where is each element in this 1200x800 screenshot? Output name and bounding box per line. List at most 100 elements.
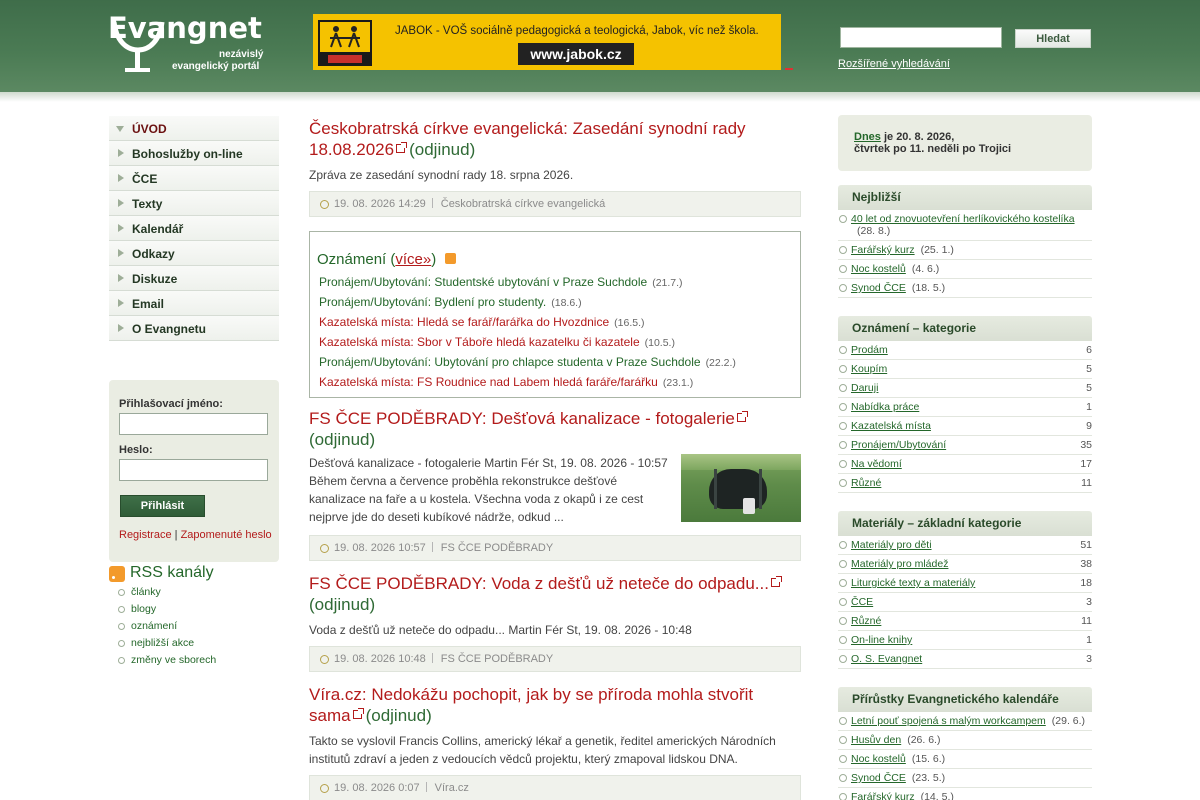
header-divider xyxy=(0,92,1200,102)
announcement-item: Pronájem/Ubytování: Studentské ubytování… xyxy=(319,273,736,293)
rss-link-zmeny-ve-sborech[interactable]: změny ve sborech xyxy=(131,654,216,666)
clock-icon xyxy=(320,200,329,209)
panel-row: Farářský kurz (25. 1.) xyxy=(838,241,1092,260)
rss-link-clanky[interactable]: články xyxy=(131,586,161,598)
material-link[interactable]: ČCE xyxy=(851,596,873,608)
menu-item-label: ČCE xyxy=(132,172,158,186)
menu-item-diskuze[interactable]: Diskuze xyxy=(109,266,279,291)
menu-item-label: Bohoslužby on-line xyxy=(132,147,243,161)
material-link[interactable]: Různé xyxy=(851,615,881,627)
register-link[interactable]: Registrace xyxy=(119,529,172,541)
article-item: FS ČCE PODĚBRADY: Dešťová kanalizace - f… xyxy=(309,408,801,561)
banner-url[interactable]: www.jabok.cz xyxy=(518,43,634,65)
menu-item-odkazy[interactable]: Odkazy xyxy=(109,241,279,266)
material-link[interactable]: Liturgické texty a materiály xyxy=(851,577,975,589)
panel-row: Daruji 5 xyxy=(838,379,1092,398)
material-link[interactable]: O. S. Evangnet xyxy=(851,653,922,665)
username-field[interactable] xyxy=(119,413,268,435)
bullet-icon xyxy=(839,736,847,744)
article-body: Dešťová kanalizace - fotogalerie Martin … xyxy=(309,456,668,524)
search-button[interactable]: Hledat xyxy=(1015,29,1091,48)
site-logo[interactable]: Evangnet nezávislý evangelický portál xyxy=(108,12,283,74)
material-count: 38 xyxy=(1080,558,1092,570)
material-link[interactable]: Materiály pro děti xyxy=(851,539,932,551)
article-source-tag: (odjinud) xyxy=(409,140,476,159)
menu-item-kalendar[interactable]: Kalendář xyxy=(109,216,279,241)
link-separator: | xyxy=(174,529,178,541)
category-link[interactable]: Různé xyxy=(851,477,881,489)
article-title-link[interactable]: FS ČCE PODĚBRADY: Voda z dešťů už neteče… xyxy=(309,574,769,593)
category-link[interactable]: Koupím xyxy=(851,363,887,375)
announcement-link[interactable]: Kazatelská místa: FS Roudnice nad Labem … xyxy=(319,375,658,389)
event-link[interactable]: Farářský kurz xyxy=(851,244,915,256)
announcement-link[interactable]: Pronájem/Ubytování: Bydlení pro studenty… xyxy=(319,295,546,309)
announcement-link[interactable]: Pronájem/Ubytování: Ubytování pro chlapc… xyxy=(319,355,701,369)
announcement-link[interactable]: Pronájem/Ubytování: Studentské ubytování… xyxy=(319,275,647,289)
rss-icon[interactable] xyxy=(445,253,457,264)
article-title-link[interactable]: FS ČCE PODĚBRADY: Dešťová kanalizace - f… xyxy=(309,409,735,428)
menu-item-uvod[interactable]: ÚVOD xyxy=(109,116,279,141)
article-title-link[interactable]: Českobratrská církve evangelická: Zasedá… xyxy=(309,119,746,159)
category-link[interactable]: Prodám xyxy=(851,344,888,356)
event-link[interactable]: Noc kostelů xyxy=(851,263,906,275)
forgot-password-link[interactable]: Zapomenuté heslo xyxy=(181,529,272,541)
bullet-icon xyxy=(839,541,847,549)
announcement-item: Pronájem/Ubytování: Bydlení pro studenty… xyxy=(319,293,736,313)
calendar-link[interactable]: Synod ČCE xyxy=(851,772,906,784)
bullet-icon xyxy=(839,598,847,606)
material-count: 18 xyxy=(1080,577,1092,589)
rss-link-nejblizsi-akce[interactable]: nejbližší akce xyxy=(131,637,194,649)
advanced-search-link[interactable]: Rozšířené vyhledávání xyxy=(838,58,950,70)
article-body: Zpráva ze zasedání synodní rady 18. srpn… xyxy=(309,168,574,182)
chevron-right-icon xyxy=(118,174,124,182)
panel-row: Noc kostelů (15. 6.) xyxy=(838,750,1092,769)
calendar-link[interactable]: Farářský kurz xyxy=(851,791,915,800)
category-link[interactable]: Pronájem/Ubytování xyxy=(851,439,946,451)
menu-item-bohosluzby[interactable]: Bohoslužby on-line xyxy=(109,141,279,166)
announcements-more-link[interactable]: více» xyxy=(395,251,431,268)
banner-text: JABOK - VOŠ sociálně pedagogická a teolo… xyxy=(395,25,759,37)
event-link[interactable]: 40 let od znovuotevření herlíkovického k… xyxy=(851,213,1075,225)
today-link[interactable]: Dnes xyxy=(854,131,881,143)
category-link[interactable]: Kazatelská místa xyxy=(851,420,931,432)
category-count: 5 xyxy=(1086,382,1092,394)
category-link[interactable]: Na vědomí xyxy=(851,458,902,470)
announcements-title-prefix: Oznámení ( xyxy=(317,251,396,268)
login-button[interactable]: Přihlásit xyxy=(120,495,205,517)
main-menu: ÚVOD Bohoslužby on-line ČCE Texty Kalend… xyxy=(109,116,279,341)
category-link[interactable]: Daruji xyxy=(851,382,878,394)
rss-item: blogy xyxy=(109,601,279,618)
article-thumbnail[interactable] xyxy=(681,454,801,522)
menu-item-o-evangnetu[interactable]: O Evangnetu xyxy=(109,316,279,341)
jabok-banner-ad[interactable]: JABOK - VOŠ sociálně pedagogická a teolo… xyxy=(313,14,781,70)
material-link[interactable]: On-line knihy xyxy=(851,634,912,646)
announcement-link[interactable]: Kazatelská místa: Hledá se farář/farářka… xyxy=(319,315,609,329)
panel-row: O. S. Evangnet 3 xyxy=(838,650,1092,669)
rss-title-text: RSS kanály xyxy=(130,564,214,581)
announcement-date: (16.5.) xyxy=(614,317,645,329)
calendar-link[interactable]: Husův den xyxy=(851,734,901,746)
bullet-icon xyxy=(839,215,847,223)
calendar-link[interactable]: Noc kostelů xyxy=(851,753,906,765)
calendar-link[interactable]: Letní pouť spojená s malým workcampem xyxy=(851,715,1046,727)
search-input[interactable] xyxy=(840,27,1002,48)
today-box: Dnes je 20. 8. 2026, čtvrtek po 11. nedě… xyxy=(838,115,1092,171)
panel-row: Noc kostelů (4. 6.) xyxy=(838,260,1092,279)
menu-item-texty[interactable]: Texty xyxy=(109,191,279,216)
category-count: 9 xyxy=(1086,420,1092,432)
logo-subtitle-2: evangelický portál xyxy=(172,61,260,72)
announcement-date: (23.1.) xyxy=(662,377,694,389)
menu-item-email[interactable]: Email xyxy=(109,291,279,316)
event-link[interactable]: Synod ČCE xyxy=(851,282,906,294)
material-link[interactable]: Materiály pro mládež xyxy=(851,558,948,570)
menu-item-cce[interactable]: ČCE xyxy=(109,166,279,191)
rss-link-blogy[interactable]: blogy xyxy=(131,603,156,615)
logo-title: Evangnet xyxy=(108,11,262,45)
rss-link-oznameni[interactable]: oznámení xyxy=(131,620,177,632)
password-field[interactable] xyxy=(119,459,268,481)
announcement-link[interactable]: Kazatelská místa: Sbor v Táboře hledá ka… xyxy=(319,335,640,349)
category-link[interactable]: Nabídka práce xyxy=(851,401,919,413)
bullet-icon xyxy=(118,640,125,647)
category-count: 11 xyxy=(1081,477,1092,489)
thumbnail-bucket xyxy=(743,498,755,514)
